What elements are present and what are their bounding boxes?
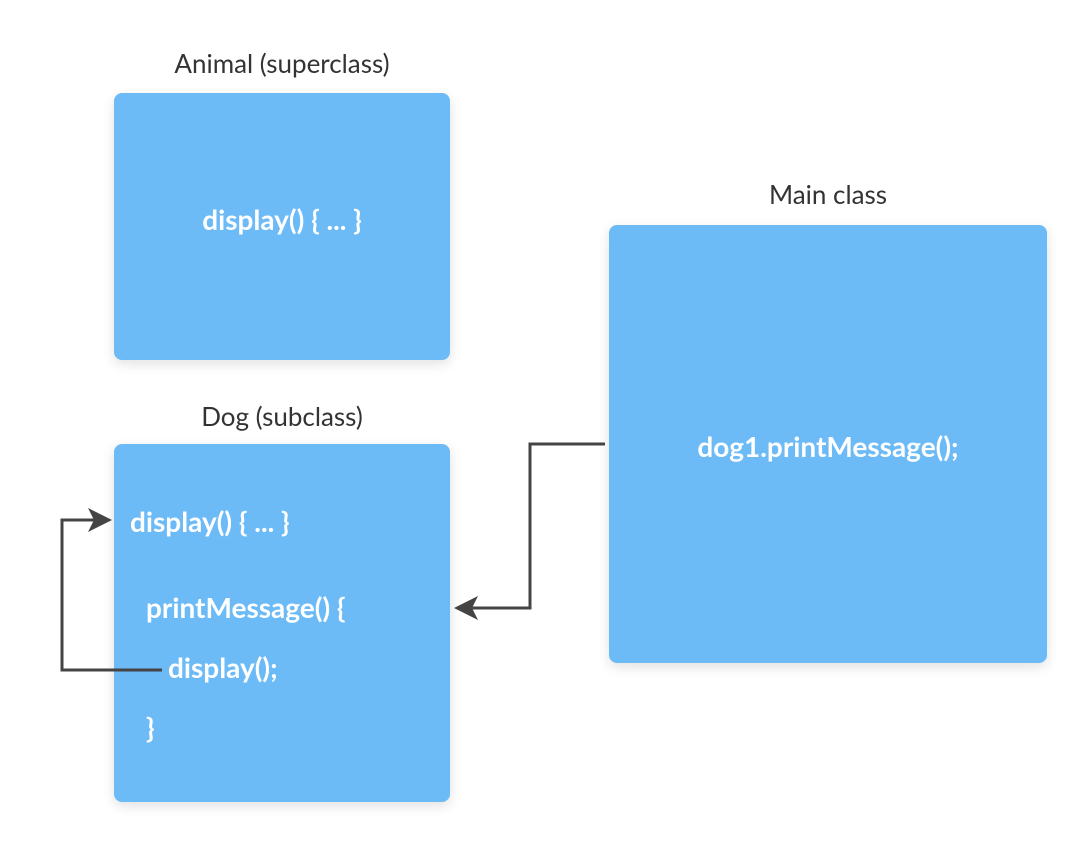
animal-display-method: display() { ... } xyxy=(114,202,450,236)
main-printmessage-call: dog1.printMessage(); xyxy=(609,429,1047,463)
dog-class-label: Dog (subclass) xyxy=(114,400,450,432)
main-class-label: Main class xyxy=(609,178,1047,210)
dog-class-box: display() { ... } printMessage() { displ… xyxy=(114,444,450,802)
animal-class-label: Animal (superclass) xyxy=(114,47,450,79)
arrow-main-to-printmessage xyxy=(460,444,605,608)
main-class-box: dog1.printMessage(); xyxy=(609,225,1047,663)
dog-display-method: display() { ... } xyxy=(130,504,290,538)
dog-printmessage-close: } xyxy=(146,710,155,744)
animal-class-box: display() { ... } xyxy=(114,93,450,360)
dog-display-call: display(); xyxy=(168,650,278,684)
dog-printmessage-open: printMessage() { xyxy=(146,590,346,624)
